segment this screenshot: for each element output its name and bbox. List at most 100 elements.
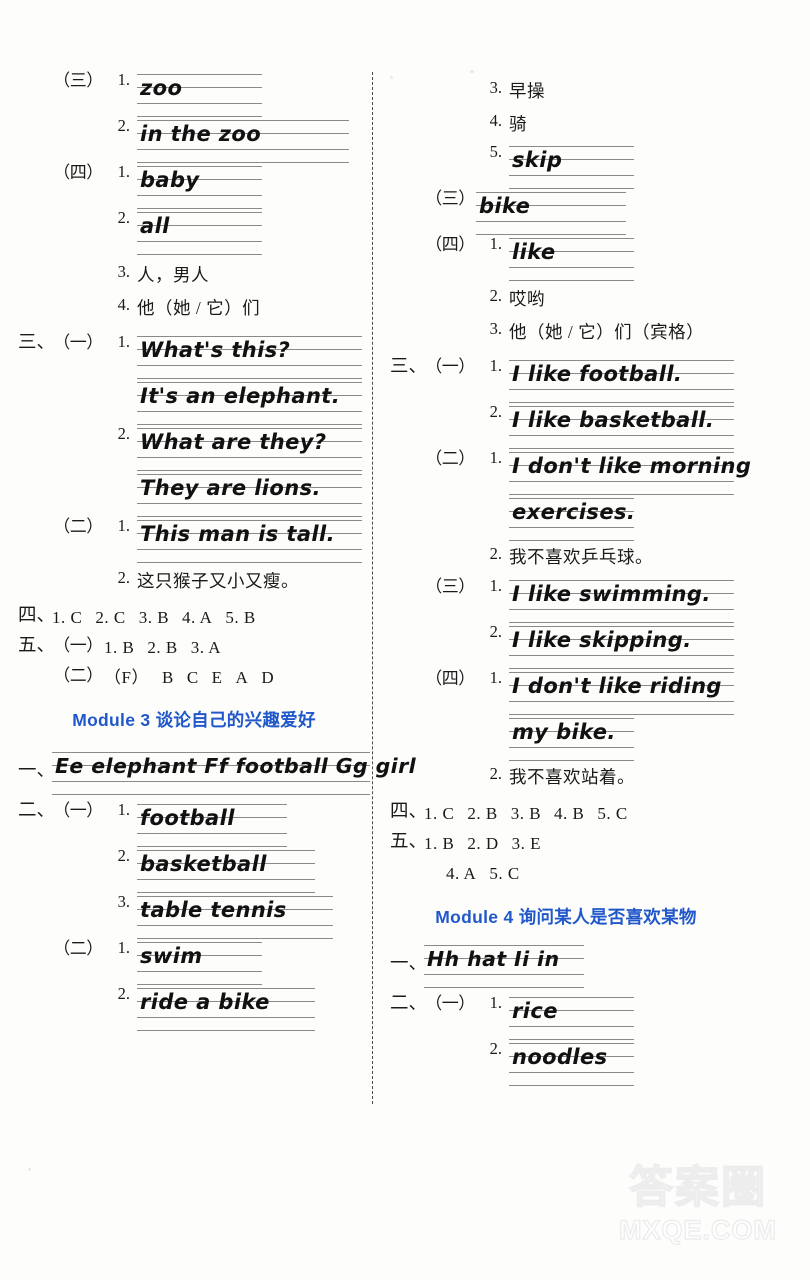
writing-guide: This man is tall. <box>137 518 370 564</box>
group-label: （四） <box>53 163 103 182</box>
handwritten-answer: football <box>140 805 235 830</box>
handwritten-answer: ride a bike <box>140 989 270 1014</box>
handwritten-answer: my bike. <box>512 720 616 745</box>
writing-guide: Ee elephant Ff football Gg girl <box>52 750 416 796</box>
guide-line-bottom <box>509 1038 634 1040</box>
item-number: 5. <box>489 141 502 161</box>
writing-guide: I like football. <box>509 358 742 404</box>
handwritten-answer: I like swimming. <box>512 582 711 607</box>
guide-line-baseline <box>137 502 362 504</box>
guide-line-bottom <box>137 208 262 209</box>
answer-row: （二） 1. I don't like morning <box>390 449 751 496</box>
guide-line-baseline <box>509 609 734 611</box>
guide-line-baseline <box>137 195 262 196</box>
guide-line-baseline <box>137 1016 315 1018</box>
chinese-answer: 他（她 / 它）们（宾格） <box>509 321 705 342</box>
item-number: 1. <box>117 799 130 819</box>
guide-line-bottom <box>52 793 370 795</box>
writing-guide: in the zoo <box>137 118 370 164</box>
item-number: 1. <box>117 70 130 89</box>
guide-line-bottom <box>137 1029 315 1031</box>
item-number: 2. <box>117 845 130 865</box>
answer-item: 3. B <box>510 804 542 824</box>
item-number: 1. <box>489 668 502 688</box>
answer-row: 2. ride a bike <box>18 983 370 1032</box>
group-label: （二） <box>53 938 103 958</box>
guide-line-baseline <box>509 174 634 176</box>
watermark-domain: MXQE.COM <box>618 1214 777 1245</box>
answer-item: D <box>261 667 275 687</box>
scan-speckle <box>390 76 393 79</box>
guide-line-bottom <box>137 162 349 163</box>
group-label: （一） <box>53 332 103 352</box>
writing-guide: They are lions. <box>137 472 370 518</box>
answer-row: 三、 （一） 1. I like football. <box>390 356 742 404</box>
watermark: 答案圈 MXQE.COM <box>600 1162 796 1272</box>
section-label: 二、 <box>18 800 56 821</box>
module-heading-4: Module 4 询问某人是否喜欢某物 <box>435 906 697 927</box>
item-number: 1. <box>117 937 130 957</box>
handwritten-answer: I don't like riding <box>512 674 722 699</box>
answer-item: 2. D <box>467 834 499 854</box>
guide-line-bottom <box>509 760 634 762</box>
scan-speckle <box>28 1168 31 1171</box>
answer-row: 二、 （一） 1. football <box>18 799 370 848</box>
guide-line-baseline <box>509 1071 634 1073</box>
item-number: 2. <box>489 285 502 305</box>
writing-guide: all <box>137 210 370 256</box>
item-number: 2. <box>117 983 130 1003</box>
answer-row: （二） 1. swim <box>18 937 370 986</box>
answer-item: 4. B <box>554 804 585 824</box>
answer-row: 2. in the zoo <box>18 116 370 164</box>
handwritten-answer: I like basketball. <box>512 407 715 432</box>
guide-line-baseline <box>137 878 315 880</box>
objective-answers: （F） B C E A D <box>104 667 370 689</box>
answer-item: （F） <box>104 667 149 687</box>
item-number: 2. <box>489 764 502 784</box>
answer-row: 2. 哎哟 <box>390 285 742 311</box>
item-number: 2. <box>117 567 130 587</box>
answer-row: 2. 我不喜欢站着。 <box>390 766 742 789</box>
item-number: 3. <box>117 891 130 911</box>
item-number: 3. <box>489 318 502 338</box>
writing-guide: skip <box>509 144 742 190</box>
handwritten-answer: What's this? <box>140 337 291 362</box>
section-label: 五、 <box>18 635 56 656</box>
guide-line-bottom <box>137 845 287 847</box>
writing-guide: exercises. <box>509 496 742 542</box>
answer-row: 3. 人，男人 <box>18 263 370 287</box>
handwritten-answer: I don't like morning <box>512 453 752 478</box>
answer-item: A <box>235 667 249 687</box>
section-label: 一、 <box>390 953 428 974</box>
handwritten-answer: Ee elephant Ff football Gg girl <box>55 753 417 778</box>
writing-guide: table tennis <box>137 894 370 940</box>
module-heading-3: Module 3 谈论自己的兴趣爱好 <box>72 709 316 730</box>
guide-line-baseline <box>137 149 349 150</box>
section-label: 四、 <box>390 802 428 823</box>
item-number: 1. <box>489 992 502 1012</box>
answer-row: 4. A 5. C <box>390 863 742 885</box>
handwritten-answer: table tennis <box>140 897 287 922</box>
answer-row: （四） 1. I don't like riding <box>390 670 742 716</box>
guide-line-baseline <box>137 970 262 972</box>
answer-row: 2. 我不喜欢乒乓球。 <box>390 545 742 569</box>
guide-line-baseline <box>509 747 634 749</box>
item-number: 2. <box>117 116 130 135</box>
guide-line-bottom <box>424 986 584 988</box>
guide-line-bottom <box>137 891 315 893</box>
group-label: （一） <box>425 356 475 376</box>
answer-item: 1. B <box>104 637 135 657</box>
chinese-answer: 哎哟 <box>509 288 545 309</box>
handwritten-answer: bike <box>479 193 531 218</box>
guide-line-baseline <box>424 973 584 975</box>
handwritten-answer: swim <box>140 943 203 968</box>
item-number: 1. <box>117 331 130 351</box>
guide-line-bottom <box>137 983 262 985</box>
guide-line-baseline <box>137 456 362 458</box>
answer-row: 三、 （一） 1. What's this? <box>18 331 370 380</box>
guide-line-bottom <box>509 447 734 449</box>
guide-line-bottom <box>137 254 262 255</box>
writing-guide: bike <box>476 190 742 236</box>
handwritten-answer: basketball <box>140 851 267 876</box>
guide-line-baseline <box>509 434 734 436</box>
